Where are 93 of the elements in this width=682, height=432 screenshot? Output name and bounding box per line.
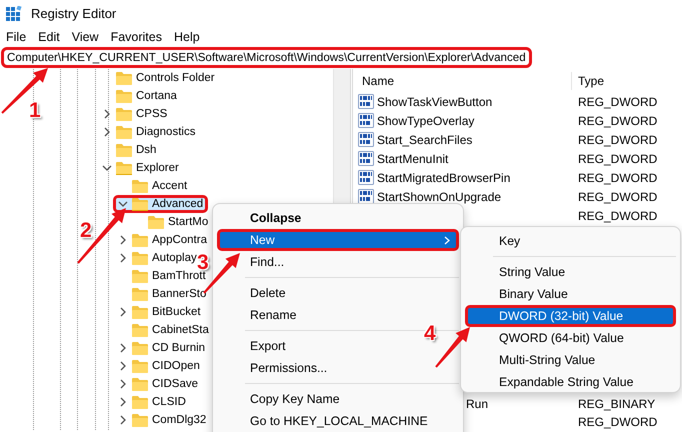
folder-icon	[132, 378, 148, 390]
menu-item[interactable]: View	[66, 28, 105, 46]
binary-value-icon	[358, 170, 374, 185]
callout-number: 2	[80, 220, 92, 242]
folder-icon	[132, 234, 148, 246]
menu-item[interactable]: String Value	[465, 261, 676, 283]
tree-item[interactable]: Cortana	[98, 87, 181, 105]
folder-icon	[132, 252, 148, 264]
folder-icon	[116, 162, 132, 174]
value-name: ShowTaskViewButton	[377, 94, 492, 108]
menu-item[interactable]: Edit	[32, 28, 66, 46]
menu-item[interactable]: New	[217, 229, 459, 251]
tree-item[interactable]: CPSS	[98, 105, 172, 123]
app-icon	[6, 6, 22, 22]
column-header[interactable]: Type	[572, 74, 604, 88]
folder-icon	[116, 126, 132, 138]
chevron-down-icon[interactable]	[118, 199, 128, 209]
tree-item[interactable]: ComDlg32	[114, 411, 210, 429]
menu-item[interactable]: Copy Key Name	[217, 388, 459, 410]
menu-item[interactable]: QWORD (64-bit) Value	[465, 327, 676, 349]
binary-value-icon	[358, 132, 374, 147]
tree-item[interactable]: Diagnostics	[98, 123, 200, 141]
folder-icon	[132, 306, 148, 318]
menu-item[interactable]: Collapse	[217, 207, 459, 229]
tree-item[interactable]: Explorer	[98, 159, 183, 177]
value-type: REG_DWORD	[577, 170, 658, 184]
folder-icon	[116, 108, 132, 120]
binary-value-icon	[358, 94, 374, 109]
tree-item[interactable]: BannerSto	[114, 285, 210, 303]
chevron-right-icon	[444, 236, 450, 244]
column-header[interactable]: Name	[353, 72, 572, 90]
menu-item[interactable]: File	[0, 28, 32, 46]
tree-item[interactable]: CIDSave	[114, 375, 202, 393]
binary-value-icon	[358, 151, 374, 166]
menu-item[interactable]: Multi-String Value	[465, 349, 676, 371]
tree-item[interactable]: Advanced	[113, 195, 208, 213]
folder-icon	[132, 198, 148, 210]
value-type: REG_DWORD	[577, 415, 658, 429]
value-name: Run	[466, 397, 488, 411]
folder-icon	[148, 216, 164, 228]
chevron-right-icon[interactable]	[118, 307, 128, 317]
tree-item[interactable]: CIDOpen	[114, 357, 204, 375]
callout-number: 1	[29, 100, 41, 122]
folder-icon	[132, 414, 148, 426]
menu-item[interactable]: Delete	[217, 282, 459, 304]
folder-icon	[132, 180, 148, 192]
value-type: REG_DWORD	[577, 190, 658, 204]
value-type: REG_DWORD	[577, 94, 658, 108]
menu-item[interactable]: Help	[168, 28, 206, 46]
folder-icon	[116, 144, 132, 156]
folder-icon	[132, 342, 148, 354]
menu-item[interactable]: Binary Value	[465, 283, 676, 305]
menu-item[interactable]: Expandable String Value	[465, 371, 676, 393]
menu-item[interactable]: Find...	[217, 251, 459, 273]
value-name: ShowTypeOverlay	[377, 114, 474, 128]
window-title: Registry Editor	[31, 6, 116, 21]
tree-item[interactable]: Dsh	[98, 141, 160, 159]
menu-item[interactable]: Go to HKEY_LOCAL_MACHINE	[217, 410, 459, 432]
folder-icon	[132, 270, 148, 282]
value-name: StartMigratedBrowserPin	[377, 170, 510, 184]
menu-item[interactable]: Permissions...	[217, 357, 459, 379]
value-type: REG_DWORD	[577, 132, 658, 146]
value-name: StartMenuInit	[377, 152, 448, 166]
menu-item[interactable]: Favorites	[104, 28, 168, 46]
folder-icon	[132, 396, 148, 408]
value-type: REG_DWORD	[577, 152, 658, 166]
arrow	[435, 327, 470, 368]
value-type: REG_DWORD	[577, 114, 658, 128]
folder-icon	[132, 324, 148, 336]
address-field[interactable]: Computer\HKEY_CURRENT_USER\Software\Microsoft\Windows\CurrentVersion\Explorer\Advanced	[1, 47, 532, 68]
tree-item[interactable]: CLSID	[114, 393, 190, 411]
tree-item[interactable]: StartMo	[130, 213, 212, 231]
folder-icon	[116, 72, 132, 84]
tree-item[interactable]: AppContra	[114, 231, 211, 249]
value-name: StartShownOnUpgrade	[377, 190, 502, 204]
tree-item[interactable]: CD Burnin	[114, 339, 210, 357]
tree-item[interactable]: Controls Folder	[98, 69, 219, 87]
arrow	[77, 208, 126, 264]
menu-item[interactable]: Key	[465, 230, 676, 252]
value-type: REG_DWORD	[577, 208, 658, 222]
tree-item[interactable]: CabinetSta	[114, 321, 213, 339]
tree-item[interactable]: BitBucket	[114, 303, 205, 321]
callout-number: 4	[424, 323, 436, 345]
tree-item[interactable]: Accent	[114, 177, 192, 195]
value-type: REG_BINARY	[577, 397, 656, 411]
menu-item[interactable]: DWORD (32-bit) Value	[465, 305, 676, 327]
menu-item[interactable]: Rename	[217, 304, 459, 326]
folder-icon	[116, 90, 132, 102]
chevron-down-icon[interactable]	[102, 163, 112, 173]
folder-icon	[132, 360, 148, 372]
binary-value-icon	[358, 113, 374, 128]
value-name: Start_SearchFiles	[377, 132, 472, 146]
folder-icon	[132, 288, 148, 300]
